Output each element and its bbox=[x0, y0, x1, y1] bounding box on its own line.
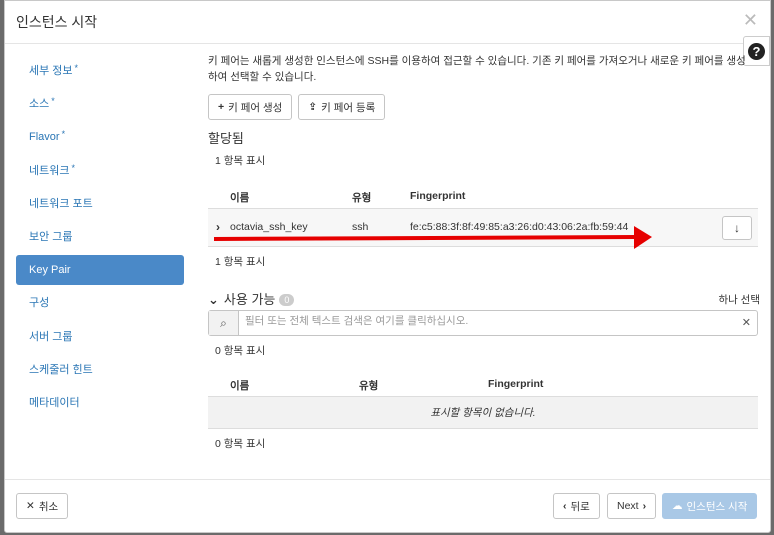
required-marker: * bbox=[74, 63, 79, 73]
sidebar-item-security-groups[interactable]: 보안 그룹 bbox=[16, 222, 184, 252]
column-header-name: 이름 bbox=[230, 192, 250, 204]
sidebar-item-scheduler-hints[interactable]: 스케줄러 힌트 bbox=[16, 355, 184, 385]
sidebar-item-label: 네트워크 bbox=[29, 164, 70, 177]
available-count-badge: 0 bbox=[279, 293, 295, 306]
column-header-name: 이름 bbox=[230, 380, 250, 392]
button-label: 키 페어 등록 bbox=[321, 101, 376, 114]
button-label: 인스턴스 시작 bbox=[686, 500, 748, 513]
sidebar-item-label: 구성 bbox=[29, 297, 50, 310]
sidebar-item-network-ports[interactable]: 네트워크 포트 bbox=[16, 189, 184, 219]
back-button[interactable]: ‹ 뒤로 bbox=[553, 493, 600, 519]
arrow-shaft bbox=[213, 235, 637, 241]
sidebar-item-source[interactable]: 소스 * bbox=[16, 89, 184, 119]
button-label: 키 페어 생성 bbox=[228, 101, 283, 114]
red-arrow-annotation bbox=[213, 226, 652, 249]
search-input[interactable] bbox=[243, 314, 723, 328]
button-label: Next bbox=[617, 500, 639, 512]
sidebar-item-label: Flavor bbox=[29, 131, 60, 144]
required-marker: * bbox=[71, 162, 75, 173]
sidebar-item-network[interactable]: 네트워크 * bbox=[16, 156, 184, 186]
sidebar-item-flavor[interactable]: Flavor * bbox=[16, 122, 184, 152]
plus-icon: + bbox=[218, 101, 225, 113]
sidebar-item-key-pair[interactable]: Key Pair bbox=[16, 255, 184, 286]
column-header-fingerprint: Fingerprint bbox=[488, 378, 544, 390]
sidebar-item-label: Key Pair bbox=[29, 264, 71, 277]
column-header-fingerprint: Fingerprint bbox=[410, 190, 466, 202]
key-pair-description: 키 페어는 새롭게 생성한 인스턴스에 SSH를 이용하여 접근할 수 있습니다… bbox=[208, 55, 746, 83]
sidebar-item-label: 서버 그룹 bbox=[29, 330, 73, 343]
modal-footer: ✕ 취소 ‹ 뒤로 Next › ☁ 인스턴스 시작 bbox=[5, 479, 770, 532]
close-icon[interactable]: ✕ bbox=[743, 10, 758, 31]
sidebar-item-label: 메타데이터 bbox=[29, 396, 80, 409]
available-count-bottom: 0 항목 표시 bbox=[215, 438, 266, 450]
create-key-pair-button[interactable]: + 키 페어 생성 bbox=[208, 94, 293, 120]
launch-instance-modal: 인스턴스 시작 ✕ ? 세부 정보 * 소스 * Flavor * 네트워크 * 네트워… bbox=[4, 0, 771, 533]
cloud-upload-icon: ☁ bbox=[672, 500, 683, 512]
available-title: 사용 가능 bbox=[223, 292, 276, 307]
sidebar-item-details[interactable]: 세부 정보 * bbox=[16, 56, 184, 86]
chevron-down-icon: ⌄ bbox=[208, 292, 219, 307]
wizard-sidebar: 세부 정보 * 소스 * Flavor * 네트워크 * 네트워크 포트 보안 그룹 K… bbox=[16, 56, 184, 421]
sidebar-item-configuration[interactable]: 구성 bbox=[16, 288, 184, 318]
sidebar-item-label: 소스 bbox=[29, 98, 50, 111]
upload-icon: ⇪ bbox=[308, 101, 318, 113]
chevron-right-icon: › bbox=[642, 500, 647, 512]
sidebar-item-server-groups[interactable]: 서버 그룹 bbox=[16, 322, 184, 352]
close-icon: ✕ bbox=[26, 500, 35, 512]
column-header-type: 유형 bbox=[352, 192, 372, 204]
available-count: 0 항목 표시 bbox=[215, 345, 266, 357]
import-key-pair-button[interactable]: ⇪ 키 페어 등록 bbox=[298, 94, 386, 120]
available-toggle[interactable]: ⌄ 사용 가능 0 bbox=[208, 289, 295, 308]
allocated-count: 1 항목 표시 bbox=[215, 155, 266, 167]
sidebar-item-label: 보안 그룹 bbox=[29, 230, 73, 243]
next-button[interactable]: Next › bbox=[607, 493, 657, 519]
sidebar-item-label: 스케줄러 힌트 bbox=[29, 363, 93, 376]
search-bar: ⌕ ✕ bbox=[208, 310, 758, 336]
button-label: 뒤로 bbox=[570, 500, 590, 513]
select-one-label: 하나 선택 bbox=[718, 294, 760, 306]
search-icon[interactable]: ⌕ bbox=[209, 311, 239, 335]
arrow-down-icon: ↓ bbox=[734, 221, 740, 235]
arrow-head bbox=[634, 226, 652, 249]
sidebar-item-metadata[interactable]: 메타데이터 bbox=[16, 388, 184, 418]
available-table-header: 이름 유형 Fingerprint bbox=[208, 369, 758, 397]
key-pair-actions: + 키 페어 생성 ⇪ 키 페어 등록 bbox=[208, 94, 758, 120]
modal-header: 인스턴스 시작 ✕ ? bbox=[5, 1, 770, 66]
cancel-button[interactable]: ✕ 취소 bbox=[16, 493, 69, 519]
column-header-type: 유형 bbox=[359, 380, 379, 392]
key-pair-panel: 키 페어는 새롭게 생성한 인스턴스에 SSH를 이용하여 접근할 수 있습니다… bbox=[208, 53, 760, 450]
sidebar-item-label: 네트워크 포트 bbox=[29, 197, 93, 210]
required-marker: * bbox=[61, 129, 66, 140]
clear-icon[interactable]: ✕ bbox=[742, 316, 751, 329]
launch-instance-button[interactable]: ☁ 인스턴스 시작 bbox=[662, 493, 758, 519]
allocated-title: 할당됨 bbox=[208, 131, 244, 146]
deallocate-button[interactable]: ↓ bbox=[722, 216, 752, 240]
chevron-left-icon: ‹ bbox=[563, 500, 567, 512]
empty-table-message: 표시할 항목이 없습니다. bbox=[208, 397, 758, 429]
allocated-count-bottom: 1 항목 표시 bbox=[215, 256, 266, 268]
sidebar-item-label: 세부 정보 bbox=[29, 65, 73, 77]
required-marker: * bbox=[51, 96, 55, 107]
button-label: 취소 bbox=[38, 500, 59, 513]
allocated-table-header: 이름 유형 Fingerprint bbox=[208, 181, 758, 209]
available-header: ⌄ 사용 가능 0 하나 선택 bbox=[208, 286, 760, 308]
modal-title: 인스턴스 시작 bbox=[16, 14, 98, 30]
